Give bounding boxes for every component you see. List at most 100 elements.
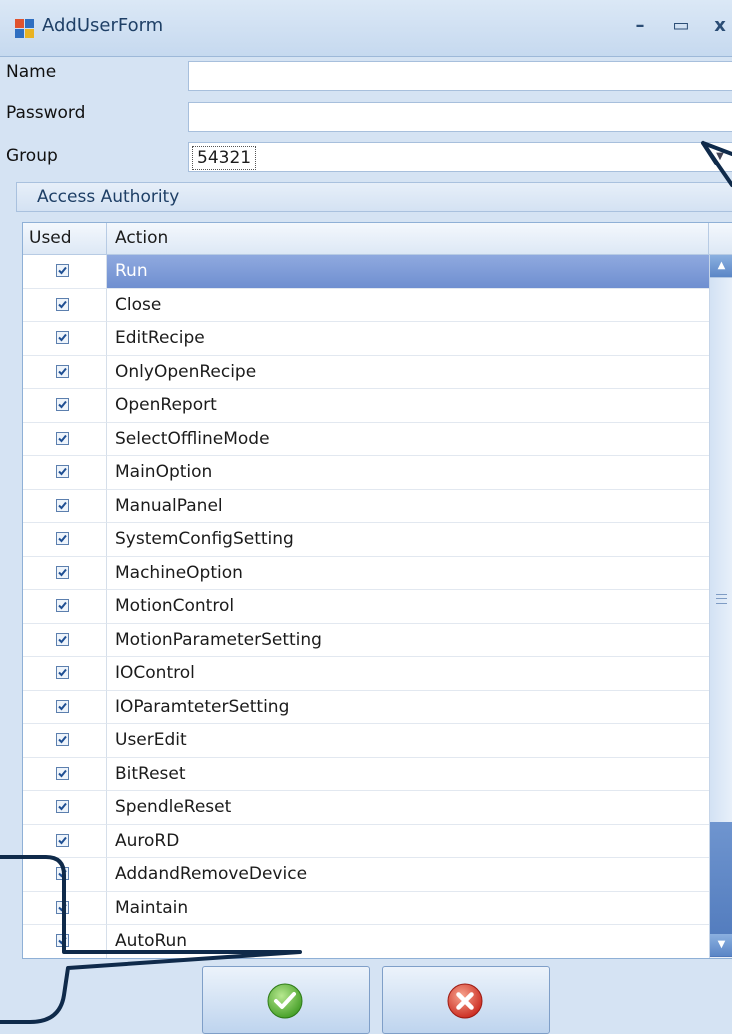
used-cell[interactable] [23,389,107,423]
chevron-down-icon[interactable]: ▼ [709,143,731,171]
table-row[interactable]: Close [23,288,709,322]
table-row[interactable]: Maintain [23,891,709,925]
scroll-down-icon[interactable]: ▼ [710,934,732,956]
action-cell[interactable]: IOControl [107,657,709,691]
action-cell[interactable]: MotionParameterSetting [107,624,709,657]
group-combobox[interactable]: 54321 ▼ [188,142,732,172]
used-cell[interactable] [23,523,107,557]
column-header-used[interactable]: Used [23,223,107,255]
used-checkbox[interactable] [56,699,69,713]
used-cell[interactable] [23,422,107,456]
vertical-scrollbar[interactable]: ▲ ▼ [709,255,732,958]
used-cell[interactable] [23,791,107,825]
used-cell[interactable] [23,858,107,892]
used-cell[interactable] [23,288,107,322]
name-input[interactable] [188,61,732,91]
used-checkbox[interactable] [56,666,69,679]
table-row[interactable]: AuroRD [23,824,709,858]
column-header-action[interactable]: Action [107,223,709,255]
password-input[interactable] [188,102,732,132]
table-row[interactable]: Run [23,255,709,289]
table-row[interactable]: MainOption [23,456,709,490]
used-checkbox[interactable] [56,565,69,579]
used-checkbox[interactable] [56,900,69,914]
used-cell[interactable] [23,556,107,590]
action-cell[interactable]: OpenReport [107,389,709,423]
action-cell[interactable]: Run [107,255,709,289]
ok-button[interactable] [202,966,370,1034]
used-cell[interactable] [23,657,107,691]
table-row[interactable]: AutoRun [23,925,709,958]
used-checkbox[interactable] [56,431,69,445]
used-cell[interactable] [23,824,107,858]
used-cell[interactable] [23,456,107,490]
table-row[interactable]: IOControl [23,657,709,691]
table-row[interactable]: SystemConfigSetting [23,523,709,557]
table-row[interactable]: MachineOption [23,556,709,590]
table-row[interactable]: IOParamteterSetting [23,690,709,724]
used-checkbox[interactable] [56,833,69,847]
table-row[interactable]: EditRecipe [23,322,709,356]
table-row[interactable]: SelectOfflineMode [23,422,709,456]
table-row[interactable]: AddandRemoveDevice [23,858,709,892]
action-cell[interactable]: MainOption [107,456,709,490]
used-checkbox[interactable] [56,498,69,512]
action-cell[interactable]: OnlyOpenRecipe [107,356,709,389]
table-row[interactable]: MotionControl [23,590,709,624]
scrollbar-track[interactable] [710,277,732,957]
used-checkbox[interactable] [56,867,69,880]
used-checkbox[interactable] [56,599,69,612]
table-row[interactable]: OnlyOpenRecipe [23,355,709,389]
action-cell[interactable]: BitReset [107,758,709,791]
used-checkbox[interactable] [56,766,69,780]
action-cell[interactable]: AutoRun [107,925,709,958]
table-row[interactable]: BitReset [23,757,709,791]
access-grid[interactable]: Used Action Run Close EditRecipe OnlyOpenRe… [22,222,732,959]
action-cell[interactable]: SpendleReset [107,791,709,825]
action-cell[interactable]: SelectOfflineMode [107,423,709,456]
used-checkbox[interactable] [56,264,69,277]
used-cell[interactable] [23,724,107,758]
used-cell[interactable] [23,590,107,624]
action-cell[interactable]: Close [107,289,709,322]
used-cell[interactable] [23,489,107,523]
used-checkbox[interactable] [56,532,69,545]
action-cell[interactable]: AuroRD [107,825,709,858]
table-row[interactable]: SpendleReset [23,791,709,825]
used-checkbox[interactable] [56,331,69,344]
minimize-button[interactable]: – [628,14,652,38]
used-checkbox[interactable] [56,297,69,311]
action-cell[interactable]: AddandRemoveDevice [107,858,709,892]
table-row[interactable]: OpenReport [23,389,709,423]
used-checkbox[interactable] [56,398,69,411]
action-cell[interactable]: EditRecipe [107,322,709,356]
used-cell[interactable] [23,255,107,289]
used-cell[interactable] [23,355,107,389]
cancel-button[interactable] [382,966,550,1034]
action-cell[interactable]: IOParamteterSetting [107,691,709,724]
close-button[interactable]: x [708,14,732,38]
action-cell[interactable]: SystemConfigSetting [107,523,709,557]
action-cell[interactable]: ManualPanel [107,490,709,523]
used-checkbox[interactable] [56,934,69,947]
used-checkbox[interactable] [56,465,69,478]
table-row[interactable]: ManualPanel [23,489,709,523]
used-cell[interactable] [23,757,107,791]
scroll-up-icon[interactable]: ▲ [710,255,732,277]
used-cell[interactable] [23,623,107,657]
table-row[interactable]: MotionParameterSetting [23,623,709,657]
used-cell[interactable] [23,891,107,925]
action-cell[interactable]: MachineOption [107,557,709,590]
action-cell[interactable]: MotionControl [107,590,709,624]
used-cell[interactable] [23,690,107,724]
used-checkbox[interactable] [56,364,69,378]
used-checkbox[interactable] [56,632,69,646]
used-checkbox[interactable] [56,800,69,813]
used-cell[interactable] [23,322,107,356]
action-cell[interactable]: Maintain [107,892,709,925]
action-cell[interactable]: UserEdit [107,724,709,758]
maximize-button[interactable]: ▭ [669,14,693,38]
used-cell[interactable] [23,925,107,958]
table-row[interactable]: UserEdit [23,724,709,758]
used-checkbox[interactable] [56,733,69,746]
